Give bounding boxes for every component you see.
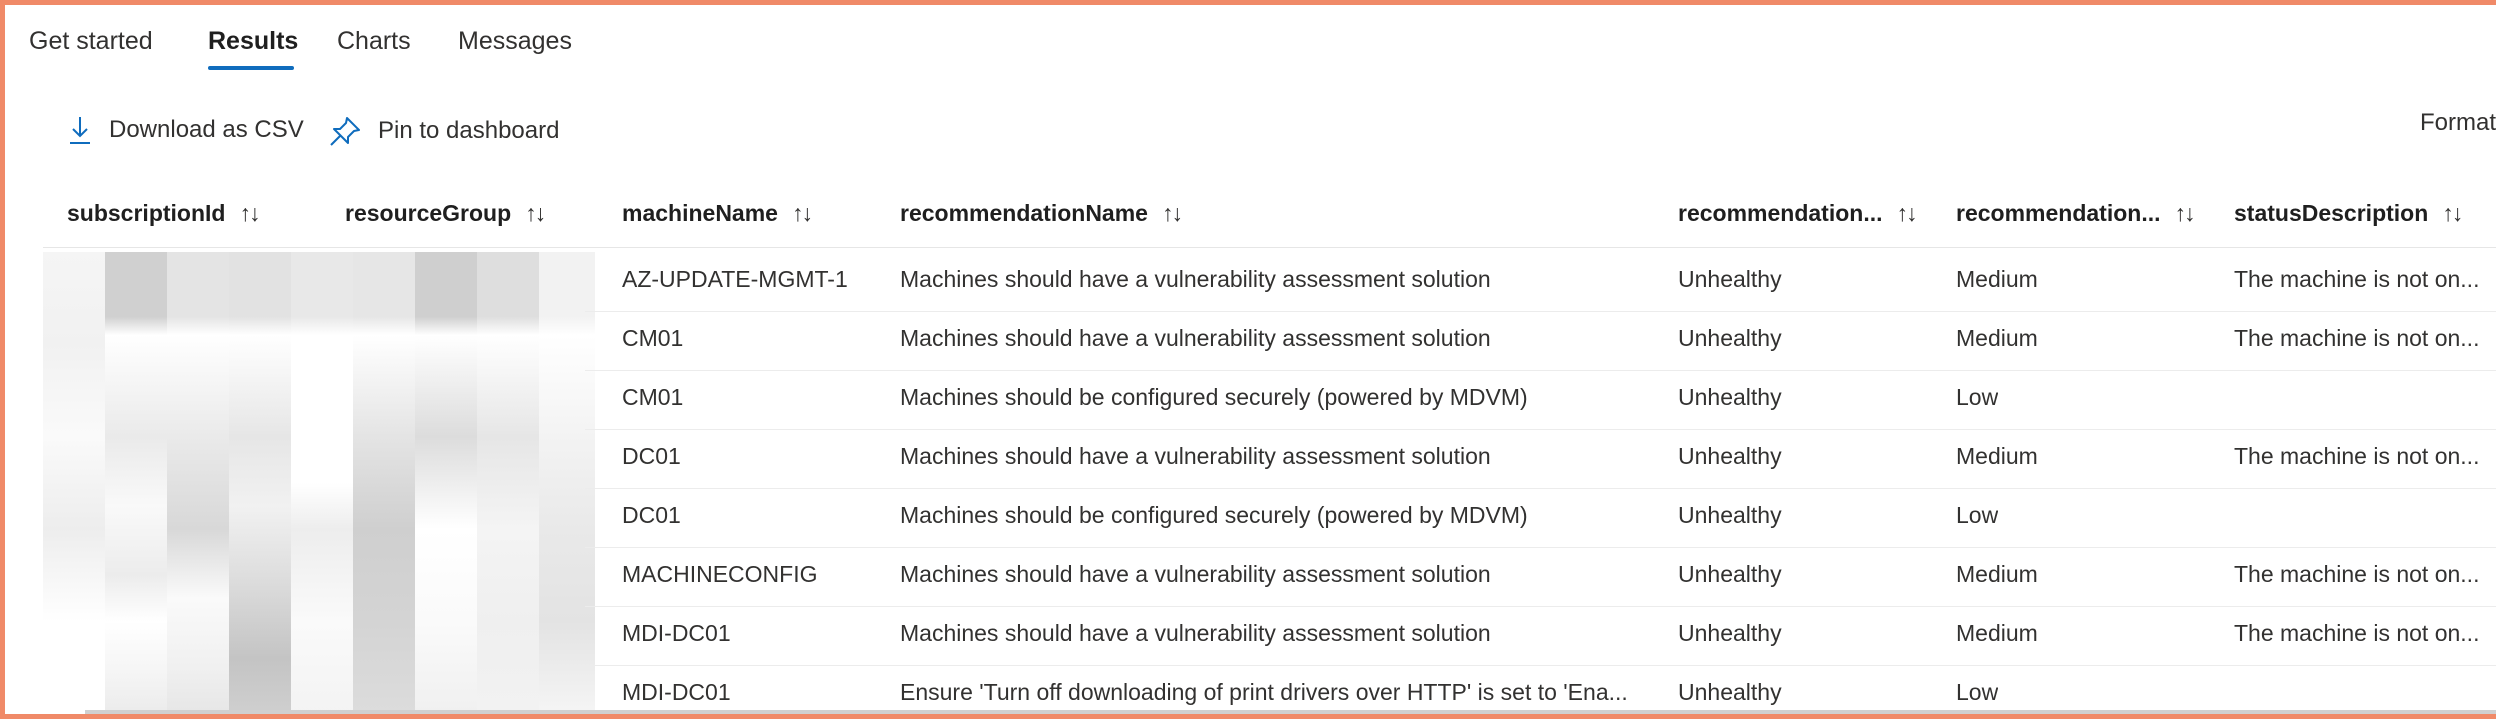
horizontal-scrollbar[interactable] <box>85 710 2496 714</box>
table-row[interactable]: MDI-DC01 Ensure 'Turn off downloading of… <box>585 665 2496 714</box>
sort-icon[interactable]: ↑↓ <box>792 200 813 227</box>
table-row[interactable]: MACHINECONFIG Machines should have a vul… <box>585 547 2496 607</box>
column-header-recommendation-state[interactable]: recommendation... ↑↓ <box>1678 200 1917 227</box>
table-row[interactable]: CM01 Machines should be configured secur… <box>585 370 2496 430</box>
sort-icon[interactable]: ↑↓ <box>2442 200 2463 227</box>
column-header-recommendationname[interactable]: recommendationName ↑↓ <box>900 200 1183 227</box>
results-table: subscriptionId ↑↓ resourceGroup ↑↓ machine… <box>5 5 2496 714</box>
column-header-statusdescription[interactable]: statusDescription ↑↓ <box>2234 200 2463 227</box>
column-header-recommendation-severity[interactable]: recommendation... ↑↓ <box>1956 200 2195 227</box>
column-header-subscriptionid[interactable]: subscriptionId ↑↓ <box>67 200 260 227</box>
sort-icon[interactable]: ↑↓ <box>1162 200 1183 227</box>
table-row[interactable]: AZ-UPDATE-MGMT-1 Machines should have a … <box>585 252 2496 312</box>
table-row[interactable]: MDI-DC01 Machines should have a vulnerab… <box>585 606 2496 666</box>
sort-icon[interactable]: ↑↓ <box>525 200 546 227</box>
results-panel: Get started Results Charts Messages Down… <box>5 5 2496 714</box>
table-row[interactable]: DC01 Machines should have a vulnerabilit… <box>585 429 2496 489</box>
sort-icon[interactable]: ↑↓ <box>239 200 260 227</box>
sort-icon[interactable]: ↑↓ <box>2174 200 2195 227</box>
column-header-machinename[interactable]: machineName ↑↓ <box>622 200 813 227</box>
table-row[interactable]: CM01 Machines should have a vulnerabilit… <box>585 311 2496 371</box>
header-divider <box>43 247 2496 248</box>
sort-icon[interactable]: ↑↓ <box>1896 200 1917 227</box>
table-row[interactable]: DC01 Machines should be configured secur… <box>585 488 2496 548</box>
redacted-blur <box>43 252 595 714</box>
column-header-resourcegroup[interactable]: resourceGroup ↑↓ <box>345 200 546 227</box>
